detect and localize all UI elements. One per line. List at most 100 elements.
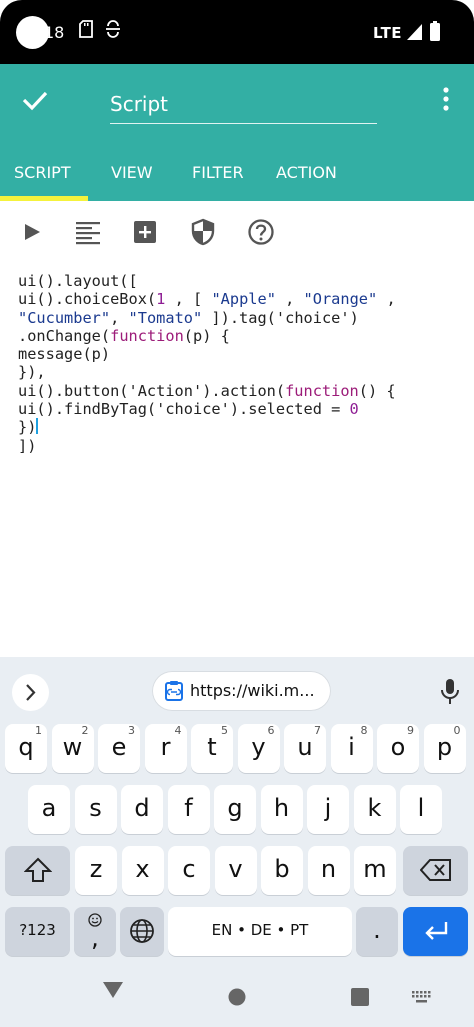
code-line: , [275,290,304,309]
key-label: o [390,733,406,761]
key-q[interactable]: q1 [5,724,47,773]
key-x[interactable]: x [121,846,164,895]
tab-script[interactable]: SCRIPT [14,163,71,182]
key-label: h [273,794,290,822]
clipboard-suggestion[interactable]: https://wiki.m... [152,671,331,711]
key-hint: 1 [35,724,42,737]
tab-action[interactable]: ACTION [276,163,337,182]
key-f[interactable]: f [167,785,210,834]
code-line: (p) { [183,326,230,345]
key-h[interactable]: h [260,785,303,834]
shift-icon [23,857,52,882]
key-hint: 0 [453,724,461,737]
chevron-right-icon [26,684,36,701]
key-label: e [111,733,127,761]
more-options-icon[interactable] [441,86,451,112]
key-d[interactable]: d [121,785,163,834]
recents-icon[interactable] [351,988,369,1006]
key-l[interactable]: l [400,785,442,834]
code-number: 0 [349,400,359,419]
microphone-icon[interactable] [439,677,461,707]
format-icon[interactable] [73,217,103,247]
keyboard [0,657,474,1027]
key-j[interactable]: j [307,785,349,834]
emoji-comma-key[interactable]: , [74,907,116,956]
key-s[interactable]: s [74,785,117,834]
key-v[interactable]: v [214,846,257,895]
key-g[interactable]: g [214,785,256,834]
key-label: c [182,855,196,883]
code-keyword: function [285,381,359,400]
play-icon[interactable] [17,217,47,247]
key-hint: 8 [360,724,368,737]
key-label: k [367,794,382,822]
key-label: d [134,794,150,822]
code-line: .onChange( [18,326,111,345]
key-e[interactable]: e3 [98,724,140,773]
code-line: ui().findByTag('choice').selected = [18,400,350,419]
key-r[interactable]: r4 [144,724,187,773]
key-c[interactable]: c [168,846,210,895]
enter-key[interactable] [403,907,468,956]
code-string: "Tomato" [128,308,203,327]
status-time: 18 [44,23,65,42]
code-line: }) [18,418,37,437]
back-icon[interactable] [102,980,124,1000]
key-hint: 6 [267,724,275,737]
key-label: g [227,794,243,822]
sync-icon [106,20,120,38]
key-n[interactable]: n [307,846,350,895]
code-string: "Cucumber" [18,308,111,327]
code-line: , [ [165,290,212,309]
key-label: i [348,733,355,761]
signal-icon [407,24,422,40]
key-w[interactable]: w2 [51,724,94,773]
code-string: "Orange" [303,290,378,309]
key-label: w [62,733,83,761]
key-hint: 7 [314,724,321,737]
symbols-key[interactable]: ?123 [5,907,70,956]
period-key[interactable]: . [356,907,398,956]
key-i[interactable]: i8 [330,724,373,773]
keyboard-switch-icon[interactable] [412,991,432,1005]
check-icon[interactable] [20,85,50,115]
code-line: message(p) [18,345,111,364]
key-y[interactable]: y6 [237,724,280,773]
key-z[interactable]: z [75,846,117,895]
backspace-key[interactable] [403,846,468,895]
backspace-icon [419,859,451,881]
key-a[interactable]: a [28,785,70,834]
code-line: }), [18,363,46,382]
help-icon[interactable] [246,217,276,247]
tab-view[interactable]: VIEW [111,163,153,182]
key-p[interactable]: p0 [423,724,466,773]
language-key[interactable] [120,907,164,956]
key-label: r [160,733,171,761]
key-k[interactable]: k [353,785,396,834]
space-key[interactable]: EN • DE • PT [168,907,352,956]
code-line: ui().layout([ [18,272,138,290]
key-label: j [324,794,332,822]
script-title-field[interactable]: Script [110,90,377,124]
key-label: x [135,855,150,883]
shield-icon[interactable] [188,217,218,247]
key-b[interactable]: b [261,846,303,895]
code-line: ]).tag('choice') [202,308,359,327]
key-t[interactable]: t5 [191,724,233,773]
code-line: , [377,290,396,309]
key-o[interactable]: o9 [377,724,419,773]
key-m[interactable]: m [354,846,396,895]
editor-toolbar [0,201,474,261]
key-label: a [41,794,57,822]
shift-key[interactable] [5,846,70,895]
code-editor[interactable]: ui().layout([ ui().choiceBox(1 , [ "Appl… [18,272,468,455]
key-label: b [274,855,290,883]
key-u[interactable]: u7 [284,724,326,773]
expand-suggestions-button[interactable] [12,674,49,711]
add-box-icon[interactable] [130,217,160,247]
tab-filter[interactable]: FILTER [192,163,244,182]
key-label: u [297,733,313,761]
code-line: ]) [18,436,37,455]
home-icon[interactable] [228,988,246,1006]
key-label: n [320,855,337,883]
